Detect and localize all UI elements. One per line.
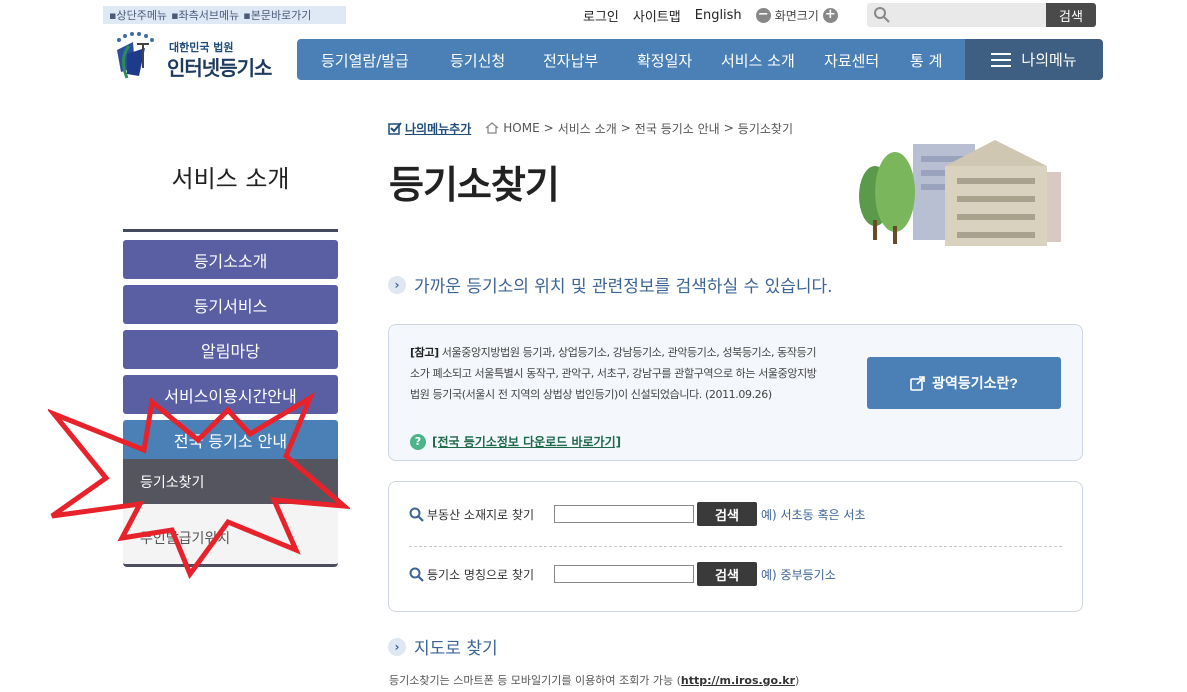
search-icon xyxy=(409,507,424,522)
nav-data-center[interactable]: 자료센터 xyxy=(824,50,879,71)
add-my-menu-label: 나의메뉴추가 xyxy=(405,121,472,136)
building-illustration-icon xyxy=(859,140,1061,246)
zoom-control: − 화면크기 + xyxy=(755,7,838,24)
sidebar-item-registry-guide[interactable]: 전국 등기소 안내 xyxy=(123,420,338,459)
mobile-notice-text: 등기소찾기는 스마트폰 등 모바일기기를 이용하여 조회가 가능 ( xyxy=(389,674,681,687)
wide-registry-label: 광역등기소란? xyxy=(932,375,1018,391)
skip-links: ▪상단주메뉴 ▪좌측서브메뉴 ▪본문바로가기 xyxy=(103,6,346,24)
nav-fixed-date[interactable]: 확정일자 xyxy=(637,50,692,71)
utility-bar: 로그인 사이트맵 English − 화면크기 + xyxy=(583,5,838,25)
site-search-input[interactable] xyxy=(895,4,1045,26)
sidebar-submenu: 등기소찾기 무인발급기위치 xyxy=(123,459,338,567)
search-icon xyxy=(409,567,424,582)
intro-text: › 가까운 등기소의 위치 및 관련정보를 검색하실 수 있습니다. xyxy=(388,272,833,297)
home-icon xyxy=(485,122,499,134)
login-link[interactable]: 로그인 xyxy=(583,6,619,25)
chevron-right-icon: › xyxy=(388,637,406,656)
notice-tag: [참고] xyxy=(410,346,439,359)
address-search-button[interactable]: 검색 xyxy=(697,502,757,526)
english-link[interactable]: English xyxy=(695,8,742,23)
submenu-kiosk-location[interactable]: 무인발급기위치 xyxy=(123,515,338,560)
zoom-out-icon[interactable]: − xyxy=(755,7,771,23)
download-registry-info-link[interactable]: ? [전국 등기소정보 다운로드 바로가기] xyxy=(410,433,621,450)
breadcrumb-service-intro[interactable]: 서비스 소개 xyxy=(558,120,617,137)
sidebar-item-notice[interactable]: 알림마당 xyxy=(123,330,338,369)
breadcrumb-separator: > xyxy=(620,121,631,135)
search-by-name-row: 등기소 명칭으로 찾기 검색 예) 중부등기소 xyxy=(409,562,836,586)
intro-label: 가까운 등기소의 위치 및 관련정보를 검색하실 수 있습니다. xyxy=(414,277,833,297)
breadcrumb-separator: > xyxy=(543,121,554,135)
external-link-icon xyxy=(910,375,925,391)
map-search-label: 지도로 찾기 xyxy=(414,639,498,659)
sidebar-item-registry-intro[interactable]: 등기소소개 xyxy=(123,240,338,279)
breadcrumb-home[interactable]: HOME xyxy=(503,121,539,135)
download-label: [전국 등기소정보 다운로드 바로가기] xyxy=(432,435,622,449)
add-my-menu-link[interactable]: 나의메뉴추가 xyxy=(388,120,471,137)
registry-search-form: 부동산 소재지로 찾기 검색 예) 서초동 혹은 서초 등기소 명칭으로 찾기 … xyxy=(388,481,1083,612)
map-search-heading: › 지도로 찾기 xyxy=(388,634,498,659)
question-icon: ? xyxy=(410,433,426,450)
search-by-address-label: 부동산 소재지로 찾기 xyxy=(427,507,534,522)
notice-body: 서울중앙지방법원 등기과, 상업등기소, 강남등기소, 관악등기소, 성북등기소… xyxy=(410,346,817,401)
submenu-find-registry[interactable]: 등기소찾기 xyxy=(123,459,338,504)
main-nav: 등기열람/발급 등기신청 전자납부 확정일자 서비스 소개 자료센터 통 계 xyxy=(297,39,965,80)
zoom-in-icon[interactable]: + xyxy=(822,7,838,23)
page-title: 등기소찾기 xyxy=(389,163,560,207)
nav-registry-apply[interactable]: 등기신청 xyxy=(450,50,505,71)
sidebar-item-service-hours[interactable]: 서비스이용시간안내 xyxy=(123,375,338,414)
site-search-button[interactable]: 검색 xyxy=(1046,3,1096,27)
court-emblem-icon xyxy=(117,32,154,79)
name-search-button[interactable]: 검색 xyxy=(697,562,757,586)
my-menu-button[interactable]: 나의메뉴 xyxy=(965,39,1103,80)
mobile-site-link[interactable]: http://m.iros.go.kr xyxy=(681,674,795,687)
form-divider xyxy=(409,546,1062,547)
logo-title: 인터넷등기소 xyxy=(167,56,272,80)
notice-text: [참고] 서울중앙지방법원 등기과, 상업등기소, 강남등기소, 관악등기소, … xyxy=(410,342,823,405)
nav-service-intro[interactable]: 서비스 소개 xyxy=(721,50,795,71)
search-by-name-label: 등기소 명칭으로 찾기 xyxy=(427,567,534,582)
search-by-address-label-wrap: 부동산 소재지로 찾기 xyxy=(409,506,554,523)
breadcrumb: 나의메뉴추가 HOME > 서비스 소개 > 전국 등기소 안내 > 등기소찾기 xyxy=(388,119,793,137)
sitemap-link[interactable]: 사이트맵 xyxy=(633,6,681,25)
sidebar-divider xyxy=(123,229,338,232)
search-icon xyxy=(874,7,890,23)
skip-content-link[interactable]: ▪본문바로가기 xyxy=(243,7,311,23)
nav-registry-view[interactable]: 등기열람/발급 xyxy=(321,50,409,71)
address-search-example: 예) 서초동 혹은 서초 xyxy=(761,507,866,522)
breadcrumb-registry-guide[interactable]: 전국 등기소 안내 xyxy=(635,120,720,137)
search-by-name-label-wrap: 등기소 명칭으로 찾기 xyxy=(409,566,554,583)
mobile-notice-end: ) xyxy=(795,674,800,687)
checkbox-check-icon xyxy=(388,121,402,135)
sidebar-item-registry-service[interactable]: 등기서비스 xyxy=(123,285,338,324)
my-menu-label: 나의메뉴 xyxy=(1021,51,1077,69)
name-search-input[interactable] xyxy=(554,565,694,583)
zoom-label: 화면크기 xyxy=(774,8,819,23)
skip-top-menu-link[interactable]: ▪상단주메뉴 xyxy=(109,7,167,23)
nav-statistics[interactable]: 통 계 xyxy=(910,50,942,71)
chevron-right-icon: › xyxy=(388,275,406,294)
search-by-address-row: 부동산 소재지로 찾기 검색 예) 서초동 혹은 서초 xyxy=(409,502,866,526)
mobile-notice: 등기소찾기는 스마트폰 등 모바일기기를 이용하여 조회가 가능 (http:/… xyxy=(389,672,799,688)
breadcrumb-separator: > xyxy=(723,121,734,135)
site-search xyxy=(867,3,1046,27)
address-search-input[interactable] xyxy=(554,505,694,523)
wide-registry-button[interactable]: 광역등기소란? xyxy=(867,357,1061,409)
notice-box: [참고] 서울중앙지방법원 등기과, 상업등기소, 강남등기소, 관악등기소, … xyxy=(388,324,1083,461)
skip-side-menu-link[interactable]: ▪좌측서브메뉴 xyxy=(171,7,239,23)
breadcrumb-current: 등기소찾기 xyxy=(737,121,793,136)
nav-e-payment[interactable]: 전자납부 xyxy=(543,50,598,71)
name-search-example: 예) 중부등기소 xyxy=(761,567,836,582)
sidebar-title: 서비스 소개 xyxy=(171,165,290,193)
site-logo[interactable]: 대한민국 법원 인터넷등기소 xyxy=(109,28,289,84)
hamburger-icon xyxy=(991,52,1012,67)
